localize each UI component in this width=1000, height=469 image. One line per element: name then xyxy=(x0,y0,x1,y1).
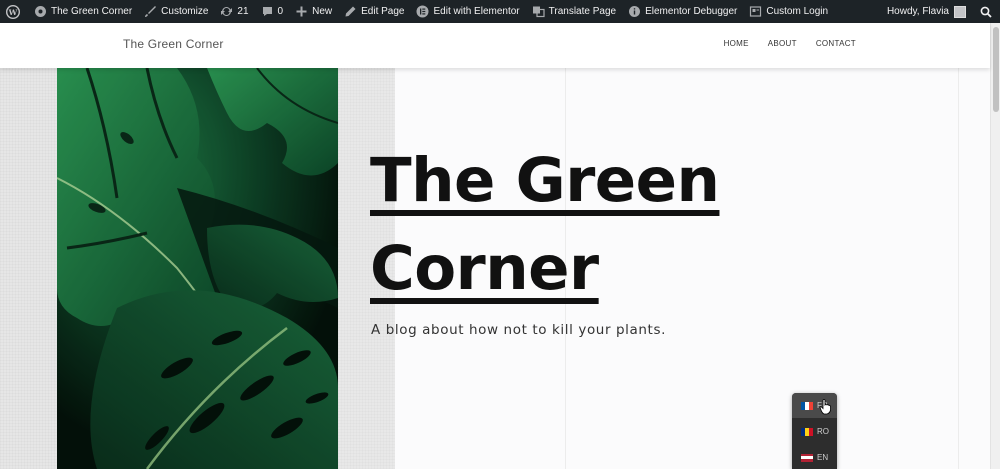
flag-fr-icon xyxy=(801,401,813,410)
adminbar-site-name[interactable]: The Green Corner xyxy=(28,0,138,23)
nav-home[interactable]: HOME xyxy=(724,39,749,48)
left-background-strip xyxy=(0,68,57,469)
avatar xyxy=(954,5,966,18)
adminbar-custom-login[interactable]: Custom Login xyxy=(743,0,834,23)
site-header: The Green Corner HOME ABOUT CONTACT xyxy=(0,23,990,68)
nav-about[interactable]: ABOUT xyxy=(768,39,797,48)
flag-ro-icon xyxy=(801,427,813,436)
pencil-icon xyxy=(344,5,357,18)
adminbar-my-account[interactable]: Howdy, Flavia xyxy=(881,0,972,23)
adminbar-new[interactable]: New xyxy=(289,0,338,23)
plus-icon xyxy=(295,5,308,18)
wordpress-logo-icon[interactable]: W xyxy=(0,0,28,23)
adminbar-updates[interactable]: 21 xyxy=(214,0,254,23)
language-option-en[interactable]: EN xyxy=(792,445,837,469)
page-scrollbar[interactable] xyxy=(990,23,1000,469)
elementor-icon xyxy=(416,5,429,18)
main-nav: HOME ABOUT CONTACT xyxy=(724,39,856,48)
search-icon[interactable] xyxy=(972,0,1000,23)
comment-icon xyxy=(261,5,274,18)
adminbar-customize[interactable]: Customize xyxy=(138,0,214,23)
site-title[interactable]: The Green Corner xyxy=(123,37,224,51)
translate-icon xyxy=(532,5,545,18)
adminbar-edit-page[interactable]: Edit Page xyxy=(338,0,410,23)
grid-divider xyxy=(958,68,959,469)
home-icon xyxy=(34,5,47,18)
hand-cursor-icon xyxy=(819,399,831,415)
svg-text:W: W xyxy=(8,7,18,16)
updates-icon xyxy=(220,5,233,18)
login-icon xyxy=(749,5,762,18)
adminbar-elementor-debugger[interactable]: Elementor Debugger xyxy=(622,0,743,23)
nav-contact[interactable]: CONTACT xyxy=(816,39,856,48)
adminbar-translate-page[interactable]: Translate Page xyxy=(526,0,622,23)
hero-subtitle: A blog about how not to kill your plants… xyxy=(371,322,666,338)
wp-admin-bar: W The Green Corner Customize 21 0 New Ed… xyxy=(0,0,1000,23)
info-icon xyxy=(628,5,641,18)
adminbar-comments[interactable]: 0 xyxy=(255,0,290,23)
language-option-ro[interactable]: RO xyxy=(792,419,837,444)
monstera-leaf-image xyxy=(57,68,338,469)
flag-en-icon xyxy=(801,453,813,462)
scrollbar-thumb[interactable] xyxy=(993,27,999,112)
brush-icon xyxy=(144,5,157,18)
adminbar-edit-with-elementor[interactable]: Edit with Elementor xyxy=(410,0,525,23)
hero-title[interactable]: The Green Corner xyxy=(370,137,830,313)
